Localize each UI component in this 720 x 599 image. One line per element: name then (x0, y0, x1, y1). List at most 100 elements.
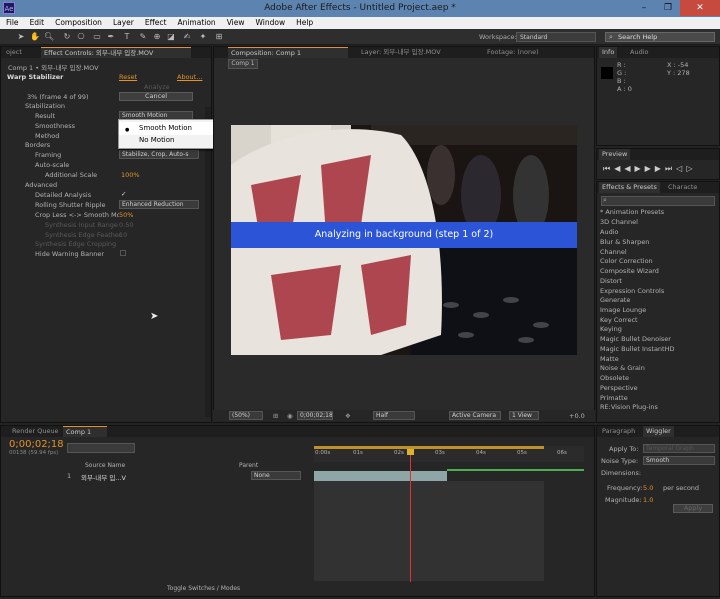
crop-less-value[interactable]: 50% (119, 211, 133, 219)
menu-window[interactable]: Window (250, 17, 291, 27)
fx-revision-plugins[interactable]: RE:Vision Plug-ins (600, 403, 658, 411)
menu-help[interactable]: Help (290, 17, 318, 27)
tab-render-queue[interactable]: Render Queue (9, 426, 62, 437)
fx-blur-sharpen[interactable]: Blur & Sharpen (600, 238, 649, 246)
camera-dropdown[interactable]: Active Camera (449, 411, 501, 420)
menu-effect[interactable]: Effect (139, 17, 172, 27)
timeline-current-time[interactable]: 0;00;02;18 (9, 439, 64, 450)
minimize-button[interactable]: – (632, 0, 656, 16)
eraser-tool-icon[interactable]: ◪ (166, 32, 176, 42)
work-area-bar[interactable] (314, 446, 544, 449)
roto-brush-tool-icon[interactable]: ✍ (182, 32, 192, 42)
fx-matte[interactable]: Matte (600, 355, 619, 363)
menu-file[interactable]: File (0, 17, 24, 27)
tab-preview[interactable]: Preview (599, 149, 631, 160)
fx-noise-grain[interactable]: Noise & Grain (600, 364, 645, 372)
effect-name[interactable]: Warp Stabilizer (7, 73, 63, 81)
show-channel-icon[interactable]: ❖ (345, 412, 351, 420)
parent-header[interactable]: Parent (239, 462, 258, 469)
resolution-dropdown[interactable]: Half (373, 411, 415, 420)
toggle-switches-modes[interactable]: Toggle Switches / Modes (167, 585, 240, 592)
about-link[interactable]: About... (177, 73, 202, 81)
menu-composition[interactable]: Composition (49, 17, 107, 27)
fx-image-lounge[interactable]: Image Lounge (600, 306, 646, 314)
tab-paragraph[interactable]: Paragraph (599, 426, 638, 437)
stabilization-group[interactable]: Stabilization (25, 102, 65, 110)
source-name-header[interactable]: Source Name (85, 462, 125, 469)
advanced-group[interactable]: Advanced (25, 181, 57, 189)
fx-generate[interactable]: Generate (600, 296, 630, 304)
borders-group[interactable]: Borders (25, 141, 50, 149)
tab-footage[interactable]: Footage: (none) (484, 47, 542, 58)
text-tool-icon[interactable]: T (122, 32, 132, 42)
timeline-search-input[interactable] (67, 443, 135, 453)
crop-less-label[interactable]: Crop Less <-> Smooth More (35, 211, 119, 219)
fx-key-correct[interactable]: Key Correct (600, 316, 638, 324)
fx-audio[interactable]: Audio (600, 228, 618, 236)
camera-tool-icon[interactable]: ⎔ (76, 32, 86, 42)
menu-option-no-motion[interactable]: No Motion (119, 134, 218, 147)
menu-view[interactable]: View (221, 17, 250, 27)
parent-dropdown[interactable]: None (251, 471, 301, 480)
fx-magic-bullet-denoiser[interactable]: Magic Bullet Denoiser (600, 335, 671, 343)
fx-color-correction[interactable]: Color Correction (600, 257, 653, 265)
clone-tool-icon[interactable]: ⊕ (152, 32, 162, 42)
tab-project[interactable]: oject (3, 47, 25, 58)
tab-layer[interactable]: Layer: 외부-내부 입장.MOV (358, 47, 444, 58)
tab-effects-presets[interactable]: Effects & Presets (599, 182, 660, 193)
local-axis-icon[interactable]: ⊞ (214, 32, 224, 42)
tab-wiggler[interactable]: Wiggler (643, 426, 674, 437)
magnitude-value[interactable]: 1.0 (643, 496, 653, 504)
menu-animation[interactable]: Animation (171, 17, 220, 27)
auto-scale-group[interactable]: Auto-scale (35, 161, 69, 169)
fx-distort[interactable]: Distort (600, 277, 622, 285)
current-time-indicator[interactable] (410, 450, 411, 582)
zoom-tool-icon[interactable]: 🔍︎ (44, 32, 54, 42)
playhead-handle-icon[interactable] (407, 449, 414, 455)
hide-warning-checkbox[interactable] (120, 250, 126, 256)
grid-toggle-icon[interactable]: ⊞ (273, 412, 278, 420)
menu-layer[interactable]: Layer (107, 17, 139, 27)
fx-primatte[interactable]: Primatte (600, 394, 628, 402)
puppet-tool-icon[interactable]: ✦ (198, 32, 208, 42)
exposure-value[interactable]: +0.0 (569, 412, 585, 420)
maximize-button[interactable]: ❐ (656, 0, 680, 16)
rectangle-tool-icon[interactable]: ▭ (92, 32, 102, 42)
tab-audio[interactable]: Audio (627, 47, 651, 58)
reset-link[interactable]: Reset (119, 73, 137, 81)
fx-obsolete[interactable]: Obsolete (600, 374, 629, 382)
smoothness-label[interactable]: Smoothness (35, 122, 75, 130)
noise-type-dropdown[interactable]: Smooth (643, 456, 715, 465)
pen-tool-icon[interactable]: ✒ (106, 32, 116, 42)
layer-name[interactable]: 외부-내부 입...V (81, 472, 126, 482)
analyze-button[interactable]: Analyze (144, 83, 170, 91)
effect-controls-scrollbar[interactable] (205, 107, 211, 417)
apply-to-dropdown[interactable]: Temporal Graph (643, 444, 715, 453)
composition-viewer[interactable]: Analyzing in background (step 1 of 2) (231, 125, 577, 355)
workspace-select[interactable]: Standard (516, 32, 596, 42)
fx-magic-bullet-instanthd[interactable]: Magic Bullet InstantHD (600, 345, 674, 353)
search-help-input[interactable]: Search Help (605, 32, 715, 42)
comp-button[interactable]: Comp 1 (228, 59, 258, 69)
detailed-analysis-checkbox[interactable]: ✓ (121, 190, 126, 198)
hand-tool-icon[interactable]: ✋ (30, 32, 40, 42)
additional-scale-value[interactable]: 100% (121, 171, 140, 179)
tab-effect-controls[interactable]: Effect Controls: 외부-내부 입장.MOV (41, 47, 191, 58)
magnification-dropdown[interactable]: (50%) (229, 411, 263, 420)
fx-keying[interactable]: Keying (600, 325, 622, 333)
close-button[interactable]: ✕ (680, 0, 720, 16)
fx-channel[interactable]: Channel (600, 248, 627, 256)
playback-controls[interactable]: ⏮◀◀▶▶▶⏭◁▷ (603, 164, 696, 174)
tab-comp-1[interactable]: Comp 1 (63, 426, 107, 437)
rotate-tool-icon[interactable]: ↻ (62, 32, 72, 42)
tab-character[interactable]: Characte (665, 182, 700, 193)
brush-tool-icon[interactable]: ✎ (138, 32, 148, 42)
menu-edit[interactable]: Edit (24, 17, 50, 27)
tab-info[interactable]: Info (599, 47, 618, 58)
apply-button[interactable]: Apply (673, 504, 713, 513)
fx-perspective[interactable]: Perspective (600, 384, 638, 392)
fx-animation-presets[interactable]: * Animation Presets (600, 208, 664, 216)
layer-duration-bar[interactable] (314, 471, 447, 481)
current-time-display[interactable]: 0;00;02;18 (297, 411, 333, 420)
cancel-button[interactable]: Cancel (119, 92, 193, 101)
